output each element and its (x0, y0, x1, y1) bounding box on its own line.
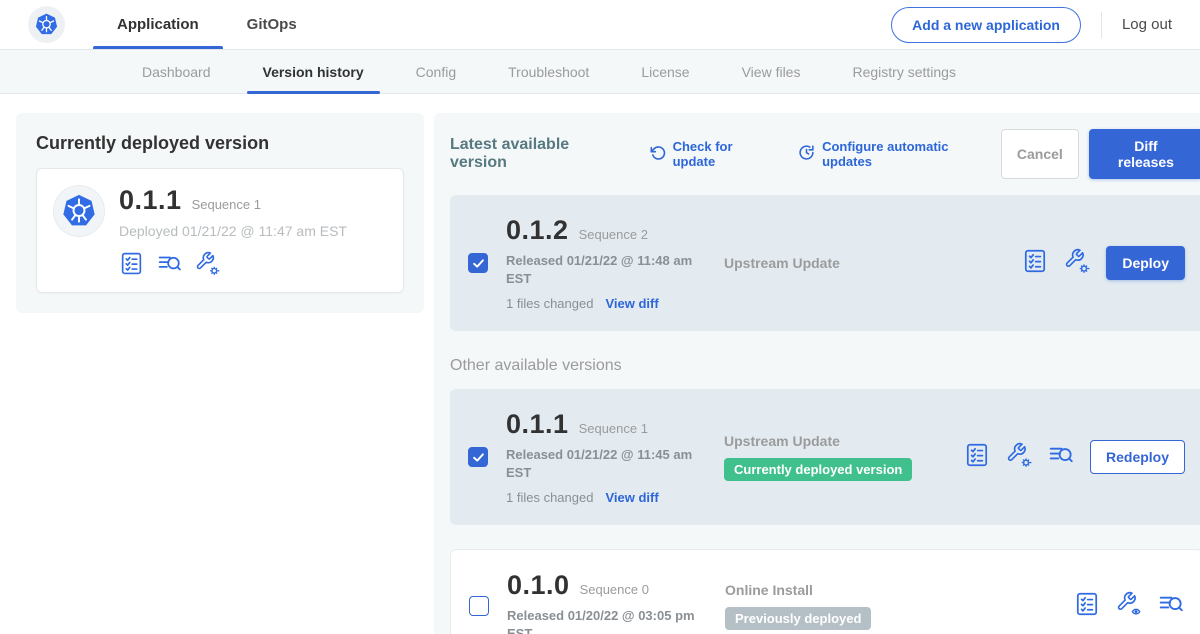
tab-view-files[interactable]: View files (716, 50, 827, 93)
top-nav-tabs: Application GitOps (93, 0, 321, 49)
version-checkbox[interactable] (469, 596, 489, 616)
checklist-icon[interactable] (119, 251, 144, 276)
checklist-icon[interactable] (1074, 591, 1100, 622)
version-card-0-1-0: 0.1.0 Sequence 0 Released 01/20/22 @ 03:… (450, 549, 1200, 634)
currently-deployed-panel: Currently deployed version 0.1.1 Sequenc… (16, 113, 424, 313)
version-source-label: Upstream Update (724, 255, 964, 271)
currently-deployed-badge: Currently deployed version (724, 458, 912, 481)
tab-license[interactable]: License (615, 50, 715, 93)
sequence-label: Sequence 0 (580, 582, 649, 597)
files-changed-label: 1 files changed (506, 296, 593, 311)
deployed-sequence-label: Sequence 1 (192, 197, 261, 212)
sequence-label: Sequence 1 (579, 421, 648, 436)
tab-registry-settings[interactable]: Registry settings (826, 50, 981, 93)
tab-config[interactable]: Config (390, 50, 482, 93)
version-number: 0.1.1 (506, 409, 569, 440)
deploy-button[interactable]: Deploy (1106, 246, 1185, 280)
wrench-eye-icon[interactable] (1116, 591, 1142, 622)
add-new-application-button[interactable]: Add a new application (891, 7, 1081, 43)
cancel-button[interactable]: Cancel (1001, 129, 1079, 179)
checklist-icon[interactable] (1022, 248, 1048, 279)
logout-link[interactable]: Log out (1122, 16, 1172, 33)
tab-gitops[interactable]: GitOps (223, 0, 321, 49)
view-diff-link[interactable]: View diff (605, 490, 658, 505)
sequence-label: Sequence 2 (579, 227, 648, 242)
tab-troubleshoot[interactable]: Troubleshoot (482, 50, 615, 93)
checklist-icon[interactable] (964, 442, 990, 473)
tab-version-history[interactable]: Version history (237, 50, 390, 93)
version-source-label: Online Install (725, 582, 965, 598)
kubernetes-logo-icon (28, 6, 65, 43)
wrench-gear-icon[interactable] (1064, 248, 1090, 279)
currently-deployed-title: Currently deployed version (36, 133, 404, 154)
deployed-version-card: 0.1.1 Sequence 1 Deployed 01/21/22 @ 11:… (36, 168, 404, 293)
top-nav: Application GitOps Add a new application… (0, 0, 1200, 50)
version-number: 0.1.0 (507, 570, 570, 601)
diff-search-icon[interactable] (1048, 442, 1074, 473)
released-timestamp: Released 01/20/22 @ 03:05 pm EST (507, 607, 707, 634)
version-card-0-1-2: 0.1.2 Sequence 2 Released 01/21/22 @ 11:… (450, 195, 1200, 331)
released-timestamp: Released 01/21/22 @ 11:48 am EST (506, 252, 706, 287)
other-available-versions-title: Other available versions (450, 357, 1200, 375)
deployed-timestamp: Deployed 01/21/22 @ 11:47 am EST (119, 223, 347, 239)
kubernetes-app-icon (53, 185, 105, 237)
released-timestamp: Released 01/21/22 @ 11:45 am EST (506, 446, 706, 481)
version-card-0-1-1: 0.1.1 Sequence 1 Released 01/21/22 @ 11:… (450, 389, 1200, 525)
check-for-update-link[interactable]: Check for update (650, 139, 779, 169)
diff-search-icon[interactable] (1158, 591, 1184, 622)
wrench-gear-icon[interactable] (1006, 442, 1032, 473)
version-checkbox[interactable] (468, 253, 488, 273)
deployed-version-number: 0.1.1 (119, 185, 182, 216)
app-sub-nav: Dashboard Version history Config Trouble… (0, 50, 1200, 94)
files-changed-label: 1 files changed (506, 490, 593, 505)
redeploy-button[interactable]: Redeploy (1090, 440, 1185, 474)
version-number: 0.1.2 (506, 215, 569, 246)
tab-dashboard[interactable]: Dashboard (116, 50, 237, 93)
version-checkbox[interactable] (468, 447, 488, 467)
view-diff-link[interactable]: View diff (605, 296, 658, 311)
configure-automatic-updates-link[interactable]: Configure automatic updates (798, 139, 1001, 169)
wrench-gear-icon[interactable] (195, 251, 220, 276)
app-logo (28, 0, 65, 49)
refresh-icon (650, 145, 666, 164)
latest-available-title: Latest available version (450, 136, 630, 172)
version-history-panel: Latest available version Check for updat… (434, 113, 1200, 634)
diff-releases-button[interactable]: Diff releases (1089, 129, 1200, 179)
nav-divider (1101, 12, 1102, 38)
tab-application[interactable]: Application (93, 0, 223, 49)
check-for-update-label: Check for update (673, 139, 779, 169)
diff-search-icon[interactable] (157, 251, 182, 276)
configure-automatic-updates-label: Configure automatic updates (822, 139, 1001, 169)
previously-deployed-badge: Previously deployed (725, 607, 871, 630)
version-source-label: Upstream Update (724, 433, 964, 449)
schedule-update-icon (798, 144, 815, 164)
